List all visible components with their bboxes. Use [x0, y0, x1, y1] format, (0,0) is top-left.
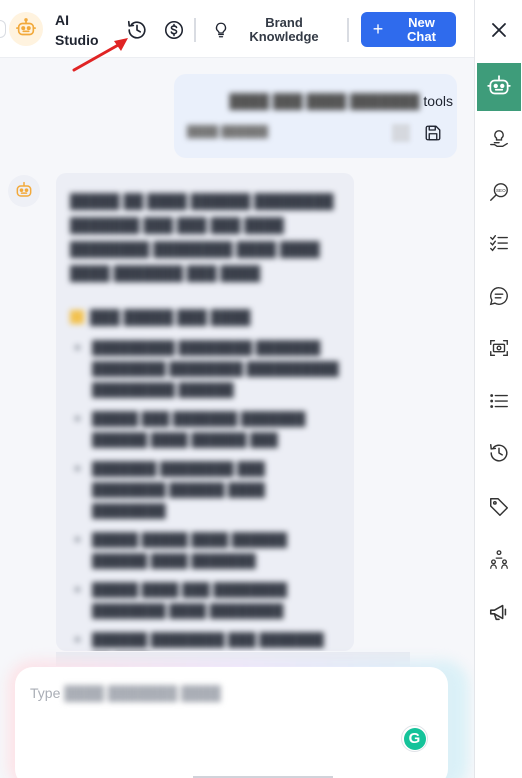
header-divider	[347, 18, 349, 42]
seo-search-icon: SEO	[490, 183, 508, 201]
sidebar-item-ideas[interactable]	[475, 124, 522, 154]
sidebar-item-checklist[interactable]	[475, 228, 522, 258]
list-icon	[490, 394, 508, 408]
new-chat-button[interactable]: + New Chat	[361, 12, 456, 47]
grammarly-icon[interactable]: G	[401, 725, 428, 752]
tag-icon	[490, 498, 508, 516]
sidebar-item-image[interactable]	[475, 333, 522, 363]
sidebar-item-tags[interactable]	[475, 492, 522, 522]
user-message-text: ████ ███ ████ ███████ tools	[183, 93, 453, 109]
sidebar-item-history[interactable]	[475, 438, 522, 468]
robot-icon	[487, 75, 511, 95]
sidebar-item-people[interactable]	[475, 545, 522, 575]
user-message-meta: ████ ██████	[187, 126, 268, 138]
user-message-bubble	[174, 74, 457, 158]
close-icon[interactable]	[475, 12, 522, 48]
sidebar-item-list[interactable]	[475, 386, 522, 416]
bot-message-content: █████ ██ ████ ██████ ████████ ███████ ██…	[70, 189, 342, 651]
message-composer	[15, 667, 448, 778]
annotation-arrow-icon	[72, 38, 128, 72]
lightbulb-hand-icon	[490, 130, 508, 148]
brand-knowledge-button[interactable]: Brand Knowledge	[242, 16, 326, 44]
sidebar-item-ai-studio[interactable]	[477, 63, 521, 111]
copy-icon[interactable]	[392, 124, 410, 142]
chat-text-icon	[489, 287, 508, 306]
svg-text:SEO: SEO	[496, 188, 506, 193]
save-icon[interactable]	[424, 124, 442, 142]
blurred-text: ████ ███ ████ ███████	[229, 93, 424, 109]
checklist-icon	[490, 234, 508, 252]
bot-message-bubble: █████ ██ ████ ██████ ████████ ███████ ██…	[56, 173, 354, 651]
sidebar-item-announce[interactable]	[475, 597, 522, 627]
blurred-placeholder: ████ ███████ ████	[60, 685, 221, 701]
sidebar-item-seo[interactable]: SEO	[475, 177, 522, 207]
robot-logo-icon	[9, 12, 43, 46]
collapse-tab[interactable]	[0, 20, 6, 38]
grammarly-badge: G	[403, 727, 426, 750]
sidebar-item-chat[interactable]	[475, 281, 522, 311]
lightbulb-icon[interactable]	[209, 18, 233, 42]
user-message-visible: tools	[423, 93, 453, 109]
people-icon	[490, 550, 508, 569]
megaphone-icon	[489, 604, 507, 621]
plus-icon: +	[372, 19, 384, 39]
bot-avatar	[8, 175, 40, 207]
new-chat-label: New Chat	[407, 14, 436, 44]
dollar-icon[interactable]	[161, 17, 187, 43]
image-scan-icon	[490, 339, 508, 357]
right-sidebar: SEO	[474, 0, 522, 778]
message-input[interactable]: Type ████ ███████ ████	[30, 685, 221, 701]
placeholder-visible: Type	[30, 685, 61, 701]
header-divider	[194, 18, 196, 42]
history-icon	[490, 444, 508, 462]
